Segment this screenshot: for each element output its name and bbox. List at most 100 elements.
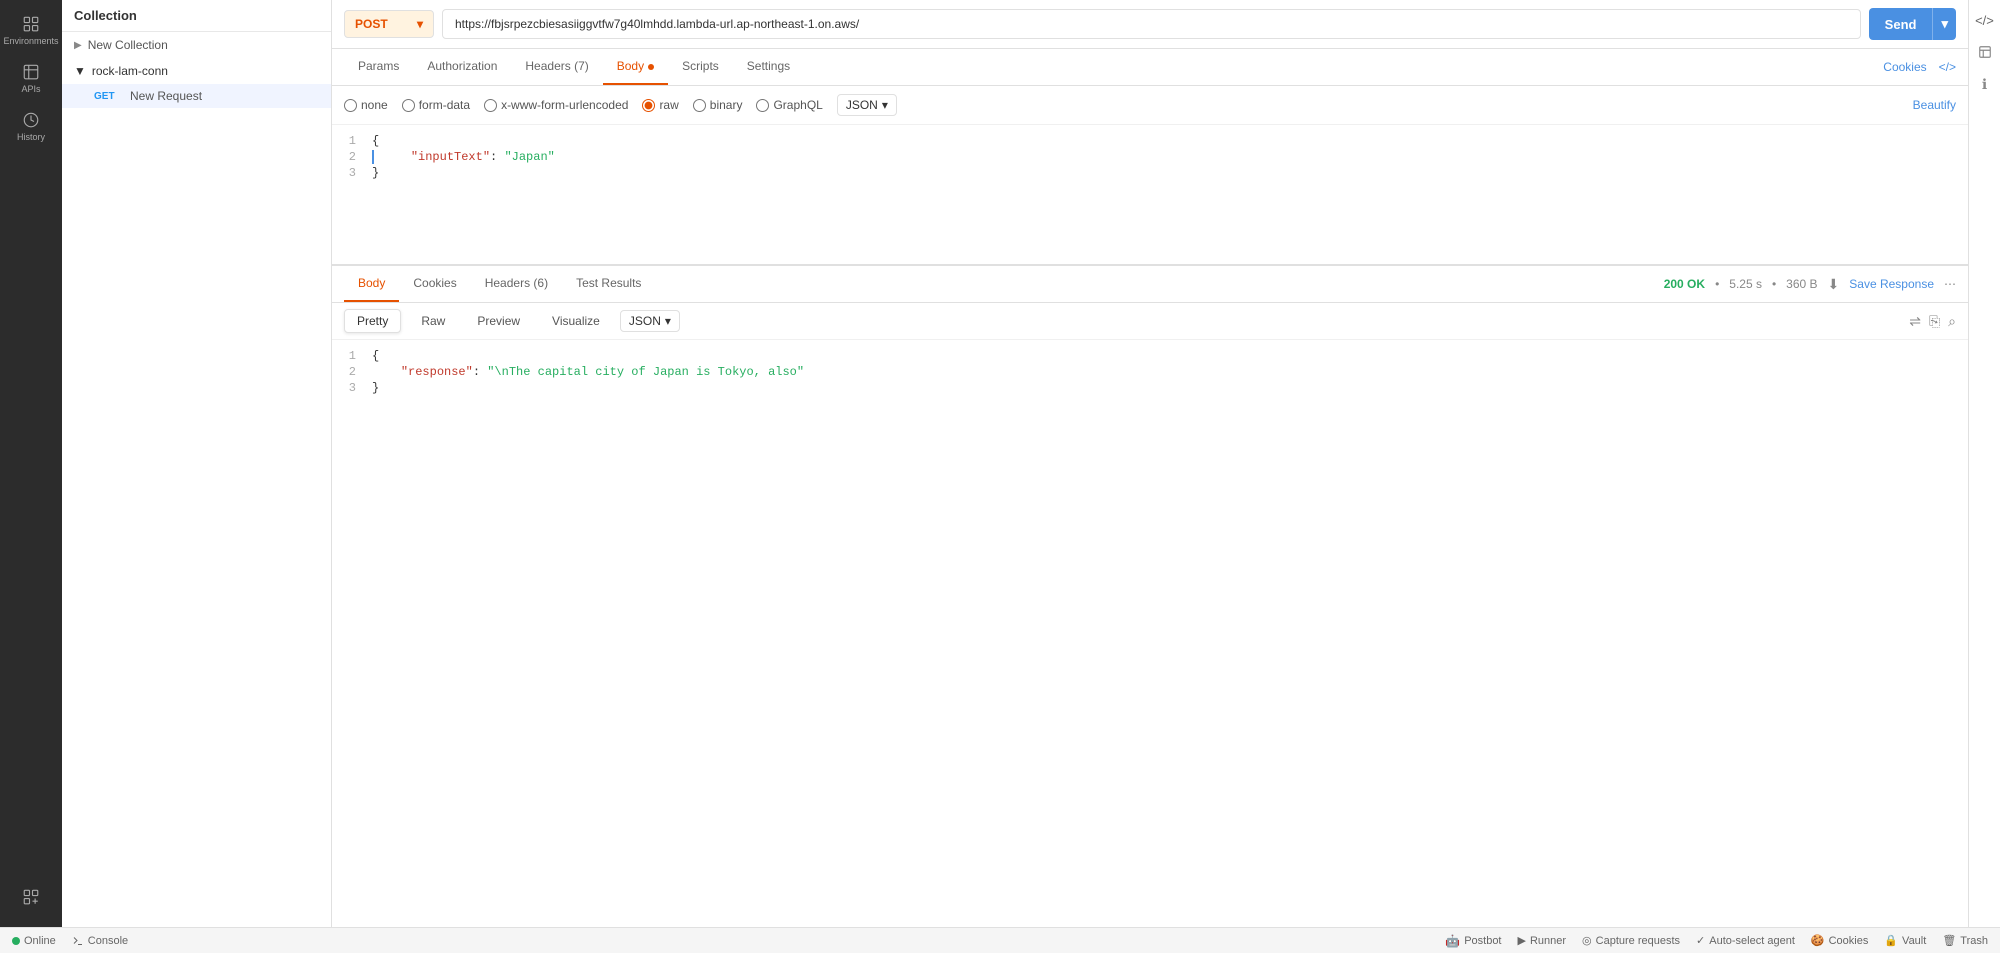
status-bar-right: 🤖 Postbot ▶ Runner ◎ Capture requests ✓ … bbox=[1445, 934, 1988, 948]
wrap-icon[interactable]: ⇌ bbox=[1909, 313, 1921, 330]
code-icon[interactable]: </> bbox=[1973, 8, 1997, 32]
json-format-select[interactable]: JSON ▾ bbox=[837, 94, 897, 116]
trash-item[interactable]: 🗑 Trash bbox=[1942, 934, 1988, 947]
runner-label: Runner bbox=[1530, 935, 1566, 947]
beautify-button[interactable]: Beautify bbox=[1913, 98, 1956, 112]
left-sidebar: Environments APIs History bbox=[0, 0, 62, 927]
code-line-1: 1 { bbox=[332, 133, 1968, 149]
cookies-status-item[interactable]: 🍪 Cookies bbox=[1811, 934, 1868, 947]
online-status[interactable]: Online bbox=[12, 935, 56, 947]
request-tabs-bar: Params Authorization Headers (7) Body Sc… bbox=[332, 49, 1968, 86]
content-wrapper: POST ▾ Send ▾ Params Authorization He bbox=[332, 0, 2000, 927]
request-item-new-request[interactable]: GET New Request bbox=[62, 84, 331, 108]
format-raw-btn[interactable]: Raw bbox=[409, 310, 457, 332]
cookies-status-icon: 🍪 bbox=[1811, 934, 1825, 947]
response-tabs-bar: Body Cookies Headers (6) Test Results 20… bbox=[332, 266, 1968, 303]
radio-none-input[interactable] bbox=[344, 99, 357, 112]
postbot-item[interactable]: 🤖 Postbot bbox=[1445, 934, 1501, 948]
radio-urlencoded-input[interactable] bbox=[484, 99, 497, 112]
method-label: POST bbox=[355, 17, 388, 31]
json-select-arrow: ▾ bbox=[882, 98, 888, 112]
runner-item[interactable]: ▶ Runner bbox=[1518, 934, 1567, 947]
trash-label: Trash bbox=[1960, 935, 1988, 947]
radio-graphql[interactable]: GraphQL bbox=[756, 98, 822, 112]
postbot-icon: 🤖 bbox=[1445, 934, 1460, 948]
postbot-label: Postbot bbox=[1464, 935, 1501, 947]
tab-headers[interactable]: Headers (7) bbox=[511, 49, 602, 85]
runner-icon: ▶ bbox=[1518, 934, 1526, 947]
response-size: 360 B bbox=[1786, 277, 1817, 291]
code-line-3: 3 } bbox=[332, 165, 1968, 181]
format-visualize-btn[interactable]: Visualize bbox=[540, 310, 612, 332]
collections-header: Collection bbox=[62, 0, 331, 32]
response-tab-test-results[interactable]: Test Results bbox=[562, 266, 655, 302]
layout-icon[interactable] bbox=[1973, 40, 1997, 64]
search-icon[interactable]: ⌕ bbox=[1948, 313, 1956, 330]
radio-form-data[interactable]: form-data bbox=[402, 98, 470, 112]
response-tab-cookies[interactable]: Cookies bbox=[399, 266, 470, 302]
code-link[interactable]: </> bbox=[1939, 60, 1956, 74]
right-sidebar: </> ℹ bbox=[1968, 0, 2000, 927]
tab-params[interactable]: Params bbox=[344, 49, 413, 85]
save-response-button[interactable]: Save Response bbox=[1849, 277, 1934, 291]
console-icon bbox=[72, 935, 84, 947]
new-collection-item[interactable]: ▶ New Collection bbox=[62, 32, 331, 58]
radio-binary[interactable]: binary bbox=[693, 98, 743, 112]
send-button-arrow[interactable]: ▾ bbox=[1932, 8, 1956, 40]
info-icon[interactable]: ℹ bbox=[1973, 72, 1997, 96]
response-tab-body[interactable]: Body bbox=[344, 266, 399, 302]
cookies-link[interactable]: Cookies bbox=[1883, 60, 1926, 74]
environments-label: Environments bbox=[3, 36, 58, 46]
radio-raw-input[interactable] bbox=[642, 99, 655, 112]
collections-title: Collection bbox=[74, 8, 137, 23]
body-dot bbox=[648, 64, 654, 70]
auto-select-icon: ✓ bbox=[1696, 934, 1705, 947]
format-preview-btn[interactable]: Preview bbox=[465, 310, 532, 332]
body-options: none form-data x-www-form-urlencoded raw… bbox=[332, 86, 1968, 125]
radio-raw[interactable]: raw bbox=[642, 98, 678, 112]
tab-settings[interactable]: Settings bbox=[733, 49, 804, 85]
vault-label: Vault bbox=[1902, 935, 1926, 947]
radio-form-data-input[interactable] bbox=[402, 99, 415, 112]
apis-icon[interactable]: APIs bbox=[9, 56, 53, 100]
response-tab-headers[interactable]: Headers (6) bbox=[471, 266, 562, 302]
send-button[interactable]: Send ▾ bbox=[1869, 8, 1956, 40]
method-select[interactable]: POST ▾ bbox=[344, 10, 434, 38]
status-bar: Online Console 🤖 Postbot ▶ Runner ◎ Capt… bbox=[0, 927, 2000, 953]
new-collection-icon[interactable] bbox=[9, 875, 53, 919]
tab-authorization[interactable]: Authorization bbox=[413, 49, 511, 85]
response-section: Body Cookies Headers (6) Test Results 20… bbox=[332, 265, 1968, 927]
radio-graphql-input[interactable] bbox=[756, 99, 769, 112]
capture-item[interactable]: ◎ Capture requests bbox=[1582, 934, 1680, 947]
response-editor: 1 { 2 "response": "\nThe capital city of… bbox=[332, 340, 1968, 927]
new-collection-label: New Collection bbox=[88, 38, 168, 52]
tab-scripts[interactable]: Scripts bbox=[668, 49, 733, 85]
tab-body[interactable]: Body bbox=[603, 49, 668, 85]
more-options-icon[interactable]: ⋯ bbox=[1944, 277, 1956, 291]
vault-item[interactable]: 🔒 Vault bbox=[1884, 934, 1926, 947]
request-editor[interactable]: 1 { 2 "inputText": "Japan" 3 } bbox=[332, 125, 1968, 265]
collection-group-rock-lam-conn: ▼ rock-lam-conn GET New Request bbox=[62, 58, 331, 108]
auto-select-item[interactable]: ✓ Auto-select agent bbox=[1696, 934, 1795, 947]
collections-panel: Collection ▶ New Collection ▼ rock-lam-c… bbox=[62, 0, 332, 927]
collections-list: ▶ New Collection ▼ rock-lam-conn GET New… bbox=[62, 32, 331, 927]
response-line-1: 1 { bbox=[332, 348, 1968, 364]
collection-group-header[interactable]: ▼ rock-lam-conn bbox=[62, 58, 331, 84]
radio-binary-input[interactable] bbox=[693, 99, 706, 112]
radio-none[interactable]: none bbox=[344, 98, 388, 112]
response-json-select[interactable]: JSON ▾ bbox=[620, 310, 680, 332]
history-label: History bbox=[17, 132, 45, 142]
apis-label: APIs bbox=[21, 84, 40, 94]
format-pretty-btn[interactable]: Pretty bbox=[344, 309, 401, 333]
history-icon[interactable]: History bbox=[9, 104, 53, 148]
url-input[interactable] bbox=[442, 9, 1861, 39]
console-label: Console bbox=[88, 935, 128, 947]
radio-urlencoded[interactable]: x-www-form-urlencoded bbox=[484, 98, 628, 112]
response-line-2: 2 "response": "\nThe capital city of Jap… bbox=[332, 364, 1968, 380]
online-dot bbox=[12, 937, 20, 945]
copy-icon[interactable]: ⎘ bbox=[1929, 313, 1940, 330]
capture-label: Capture requests bbox=[1596, 935, 1680, 947]
main-panel: POST ▾ Send ▾ Params Authorization He bbox=[332, 0, 1968, 927]
console-item[interactable]: Console bbox=[72, 935, 128, 947]
environments-icon[interactable]: Environments bbox=[9, 8, 53, 52]
